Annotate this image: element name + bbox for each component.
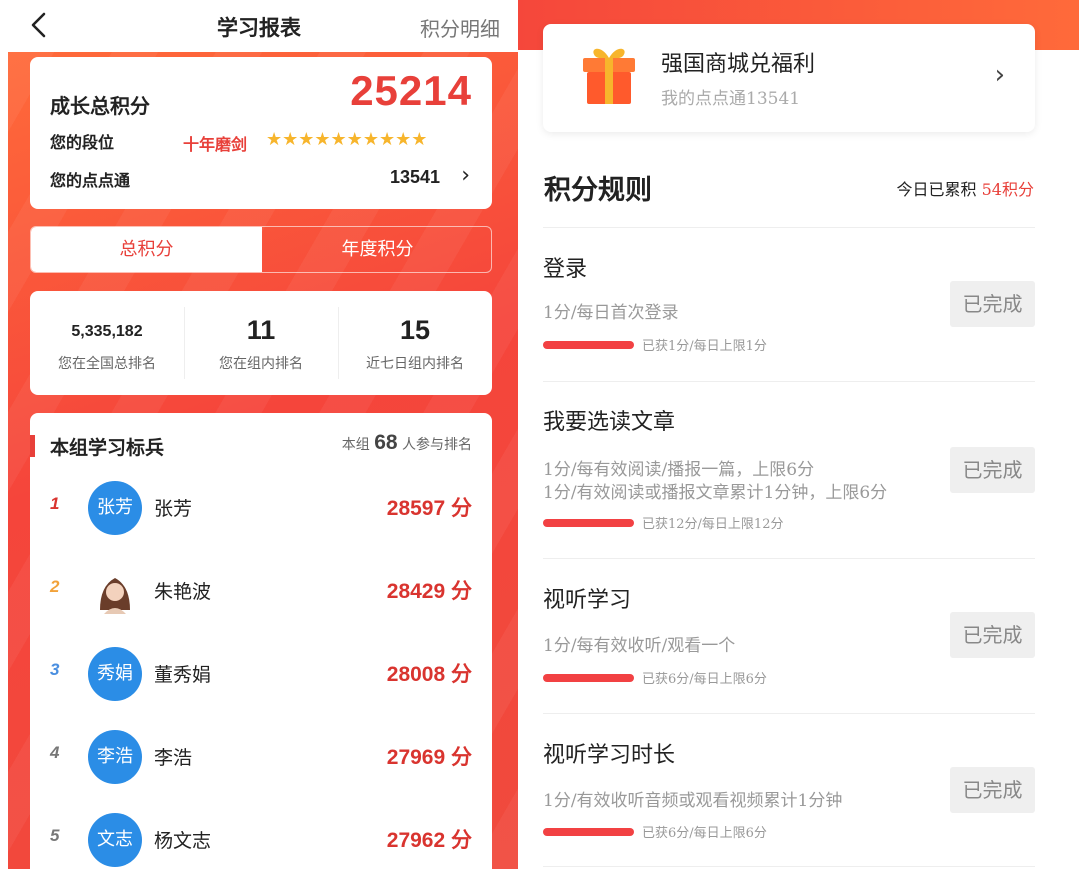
avatar: 文志 [88,813,142,867]
member-name: 杨文志 [154,830,212,852]
week-group-rank-label: 近七日组内排名 [366,356,464,372]
member-points: 28008 分 [386,663,472,686]
member-points: 27962 分 [386,829,472,852]
progress-bar [543,341,634,349]
member-rank: 5 [50,826,60,845]
team-count: 本组 68 人参与排名 [342,431,472,455]
member-rank: 4 [50,743,60,762]
progress-bar [543,674,634,682]
study-report-panel: 学习报表 积分明细 成长总积分 25214 您的段位 十年磨剑 ★★★★★★★★… [0,0,518,869]
chevron-right-icon[interactable]: › [461,163,470,188]
mall-subtitle: 我的点点通13541 [661,89,801,109]
total-score-value: 25214 [350,67,472,114]
member-row[interactable]: 3 秀娟 董秀娟 28008 分 [30,644,492,704]
status-button[interactable]: 已完成 [950,281,1035,327]
team-count-suffix: 人参与排名 [402,437,472,453]
rule-item-audiovisual: 视听学习 1分/每有效收听/观看一个 已获6分/每日上限6分 已完成 [543,582,1035,692]
user-photo-icon [88,564,142,618]
rule-title: 登录 [543,257,588,282]
member-points: 28597 分 [386,497,472,520]
today-points-value: 54积分 [981,180,1034,199]
team-count-number: 68 [374,431,398,454]
divider [543,558,1035,559]
rank-stars: ★★★★★★★★★★ [266,129,428,150]
top-bar: 学习报表 积分明细 [0,0,518,52]
member-points: 27969 分 [386,746,472,769]
status-button[interactable]: 已完成 [950,612,1035,658]
progress-text: 已获1分/每日上限1分 [642,339,767,354]
ddt-label: 您的点点通 [50,171,131,190]
team-leaders-card: 本组学习标兵 本组 68 人参与排名 1 张芳 张芳 28597 分 2 朱艳波 [30,413,492,869]
progress-text: 已获12分/每日上限12分 [642,517,784,532]
status-button[interactable]: 已完成 [950,767,1035,813]
section-marker [30,435,35,457]
rule-title: 我要选读文章 [543,410,676,435]
progress-text: 已获6分/每日上限6分 [642,826,767,841]
rule-item-login: 登录 1分/每日首次登录 已获1分/每日上限1分 已完成 [543,251,1035,361]
rule-desc: 1分/每有效收听/观看一个 [543,636,736,656]
chevron-right-icon[interactable]: › [995,60,1005,90]
week-group-rank: 15 近七日组内排名 [338,291,492,395]
avatar: 张芳 [88,481,142,535]
rule-desc: 1分/有效阅读或播报文章累计1分钟，上限6分 [543,483,888,503]
member-name: 董秀娟 [154,664,212,686]
national-rank-label: 您在全国总排名 [58,356,156,372]
member-rank: 3 [50,660,60,679]
rule-desc: 1分/每有效阅读/播报一篇，上限6分 [543,460,815,480]
mall-card[interactable]: 强国商城兑福利 我的点点通13541 › [543,24,1035,132]
points-detail-link[interactable]: 积分明细 [420,13,500,42]
status-button[interactable]: 已完成 [950,447,1035,493]
rule-desc: 1分/有效收听音频或观看视频累计1分钟 [543,791,843,811]
group-rank-label: 您在组内排名 [219,356,303,372]
avatar [88,564,142,618]
divider [543,227,1035,228]
member-name: 朱艳波 [154,581,212,603]
today-points-label: 今日已累积 [896,180,977,199]
ddt-value[interactable]: 13541 [390,167,440,188]
group-rank: 11 您在组内排名 [184,291,338,395]
tab-total-score[interactable]: 总积分 [31,227,262,272]
progress-bar [543,828,634,836]
rule-title: 视听学习时长 [543,743,676,768]
score-tabs: 总积分 年度积分 [30,226,492,273]
member-rank: 1 [50,494,60,513]
member-rank: 2 [50,577,60,596]
member-points: 28429 分 [386,580,472,603]
rules-title: 积分规则 [544,175,652,206]
progress-bar [543,519,634,527]
team-count-prefix: 本组 [341,437,370,453]
member-row[interactable]: 5 文志 杨文志 27962 分 [30,810,492,869]
gift-icon [579,42,639,106]
divider [543,866,1035,867]
rank-value: 十年磨剑 [183,135,248,154]
points-rules-panel: 强国商城兑福利 我的点点通13541 › 积分规则 今日已累积 54积分 登录 … [518,0,1079,869]
national-rank: 5,335,182 您在全国总排名 [30,291,184,395]
rule-item-read-article: 我要选读文章 1分/每有效阅读/播报一篇，上限6分 1分/有效阅读或播报文章累计… [543,404,1035,544]
mall-title: 强国商城兑福利 [661,52,816,77]
member-name: 张芳 [154,498,193,520]
avatar: 李浩 [88,730,142,784]
week-group-rank-value: 15 [399,315,431,345]
ranking-card: 5,335,182 您在全国总排名 11 您在组内排名 15 近七日组内排名 [30,291,492,395]
growth-score-card: 成长总积分 25214 您的段位 十年磨剑 ★★★★★★★★★★ 您的点点通 1… [30,57,492,209]
divider [543,381,1035,382]
member-row[interactable]: 1 张芳 张芳 28597 分 [30,478,492,538]
progress-text: 已获6分/每日上限6分 [642,672,767,687]
divider [543,713,1035,714]
member-row[interactable]: 4 李浩 李浩 27969 分 [30,727,492,787]
today-points: 今日已累积 54积分 [897,176,1034,200]
total-score-label: 成长总积分 [50,94,150,118]
national-rank-value: 5,335,182 [71,323,143,340]
rule-title: 视听学习 [543,588,632,613]
rule-item-audiovisual-duration: 视听学习时长 1分/有效收听音频或观看视频累计1分钟 已获6分/每日上限6分 已… [543,737,1035,847]
avatar: 秀娟 [88,647,142,701]
rank-label: 您的段位 [50,133,115,152]
rule-desc: 1分/每日首次登录 [543,303,679,323]
tab-annual-score[interactable]: 年度积分 [262,227,491,272]
team-title: 本组学习标兵 [50,437,165,459]
member-row[interactable]: 2 朱艳波 28429 分 [30,561,492,621]
member-name: 李浩 [154,747,193,769]
group-rank-value: 11 [246,315,276,345]
